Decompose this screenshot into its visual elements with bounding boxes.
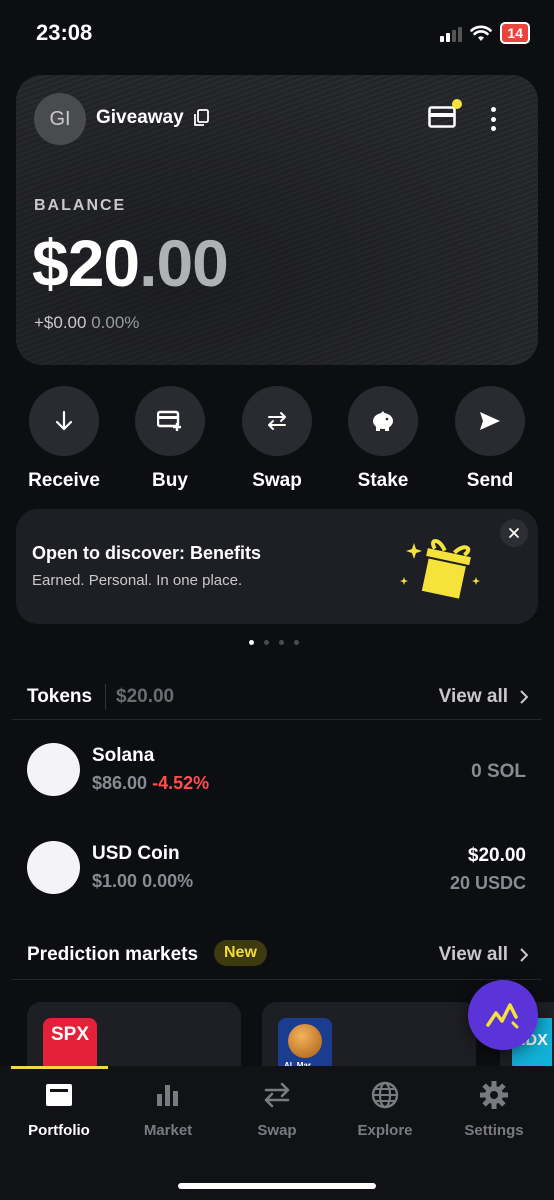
swap-arrows-icon [264,1082,290,1108]
tokens-title: Tokens [27,686,93,707]
send-button[interactable]: Send [440,386,540,492]
active-tab-indicator [11,1066,108,1069]
close-icon [509,528,519,538]
card-plus-icon [157,410,181,431]
activity-fab[interactable] [468,980,538,1050]
wifi-icon [470,25,493,41]
chevron-right-icon [520,690,528,704]
balance-card: GI Giveaway BALANCE $20.00 +$0.00 0.00% [16,75,538,365]
globe-icon [371,1081,399,1109]
portfolio-icon [46,1084,72,1106]
avatar[interactable]: GI [34,93,86,145]
arrow-down-icon [55,410,73,431]
tokens-view-all-link[interactable]: View all [439,686,528,708]
more-options-icon[interactable] [486,105,500,133]
balance-amount: $20.00 [32,226,229,300]
notification-dot [452,99,462,109]
carousel-pager [249,640,299,645]
baseball-logo: AL Mar [278,1018,332,1072]
piggy-bank-icon [373,411,393,431]
balance-change: +$0.00 0.00% [34,313,140,332]
solana-logo [27,743,80,796]
buy-button[interactable]: Buy [120,386,220,492]
tab-portfolio[interactable]: Portfolio [4,1078,114,1139]
pulse-icon [486,1003,519,1029]
tab-settings[interactable]: Settings [439,1078,549,1139]
prediction-markets-header: Prediction markets New View all [0,938,554,978]
send-icon [480,412,500,430]
prediction-markets-title: Prediction markets [27,944,199,965]
new-badge: New [214,940,267,966]
battery-indicator: 14 [500,22,530,44]
bar-chart-icon [157,1085,178,1106]
token-row-usdc[interactable]: USD Coin $1.00 0.00% $20.00 20 USDC [0,833,554,903]
token-amount: 0 SOL [471,761,526,782]
tab-market[interactable]: Market [113,1078,223,1139]
banner-subtitle: Earned. Personal. In one place. [32,572,243,589]
status-indicators: 14 [440,22,530,44]
chevron-right-icon [520,948,528,962]
home-indicator [178,1183,376,1189]
cell-signal-icon [440,24,463,42]
tokens-header: Tokens $20.00 View all [0,680,554,720]
gift-icon [400,539,480,599]
token-value: $20.00 [467,845,526,866]
tab-bar: Portfolio Market Swap Explore Settings [0,1066,554,1200]
usdc-logo [27,841,80,894]
spx-logo: SPX [43,1018,97,1072]
banner-title: Open to discover: Benefits [32,543,262,563]
status-time: 23:08 [36,20,93,45]
status-bar: 23:08 14 [0,0,554,64]
tab-swap[interactable]: Swap [222,1078,332,1139]
close-button[interactable] [500,519,528,547]
payment-card-icon[interactable] [428,99,462,129]
swap-button[interactable]: Swap [227,386,327,492]
quick-actions: Receive Buy Swap Stake Send [0,386,554,496]
receive-button[interactable]: Receive [14,386,114,492]
balance-label: BALANCE [34,197,127,214]
tokens-total: $20.00 [116,686,175,707]
tab-explore[interactable]: Explore [330,1078,440,1139]
swap-arrows-icon [268,412,286,430]
gear-icon [480,1081,508,1109]
token-amount: 20 USDC [449,873,526,893]
token-row-solana[interactable]: Solana $86.00 -4.52% 0 SOL [0,735,554,805]
stake-button[interactable]: Stake [333,386,433,492]
account-name[interactable]: Giveaway [96,107,184,129]
benefits-banner[interactable]: Open to discover: Benefits Earned. Perso… [16,509,538,624]
markets-view-all-link[interactable]: View all [439,944,528,966]
copy-icon[interactable] [193,109,209,127]
